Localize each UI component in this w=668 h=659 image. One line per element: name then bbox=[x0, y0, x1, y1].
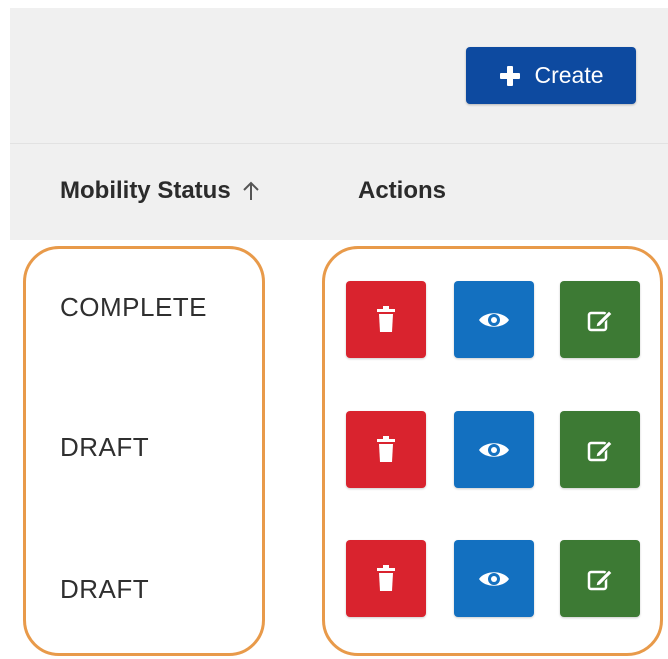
create-button-label: Create bbox=[534, 62, 604, 88]
create-button[interactable]: Create bbox=[466, 47, 636, 104]
edit-icon bbox=[587, 568, 613, 590]
app-frame: Create Mobility Status Actions COMPLETE bbox=[0, 0, 668, 659]
eye-icon bbox=[479, 442, 509, 457]
trash-icon bbox=[377, 305, 395, 332]
edit-button[interactable] bbox=[560, 540, 640, 617]
edit-icon bbox=[587, 309, 613, 331]
view-button[interactable] bbox=[454, 540, 534, 617]
trash-icon bbox=[377, 435, 395, 462]
eye-icon bbox=[479, 571, 509, 586]
eye-icon bbox=[479, 312, 509, 327]
delete-button[interactable] bbox=[346, 540, 426, 617]
table-row: DRAFT bbox=[10, 380, 668, 521]
table-row: COMPLETE bbox=[10, 240, 668, 381]
delete-button[interactable] bbox=[346, 281, 426, 358]
arrow-up-icon[interactable] bbox=[241, 180, 261, 202]
column-header-label: Actions bbox=[358, 177, 447, 204]
edit-icon bbox=[587, 439, 613, 461]
trash-icon bbox=[377, 564, 395, 591]
table-header: Mobility Status Actions bbox=[10, 143, 668, 240]
column-header-actions: Actions bbox=[358, 177, 446, 205]
view-button[interactable] bbox=[454, 281, 534, 358]
edit-button[interactable] bbox=[560, 411, 640, 488]
edit-button[interactable] bbox=[560, 281, 640, 358]
table-toolbar: Create bbox=[10, 8, 668, 143]
mobility-status-cell: COMPLETE bbox=[60, 292, 208, 322]
table-row: DRAFT bbox=[10, 520, 668, 659]
view-button[interactable] bbox=[454, 411, 534, 488]
plus-icon bbox=[500, 65, 521, 86]
delete-button[interactable] bbox=[346, 411, 426, 488]
column-header-label: Mobility Status bbox=[60, 177, 231, 204]
column-header-mobility-status[interactable]: Mobility Status bbox=[60, 177, 261, 205]
mobility-status-cell: DRAFT bbox=[60, 432, 150, 462]
mobility-status-cell: DRAFT bbox=[60, 574, 150, 604]
